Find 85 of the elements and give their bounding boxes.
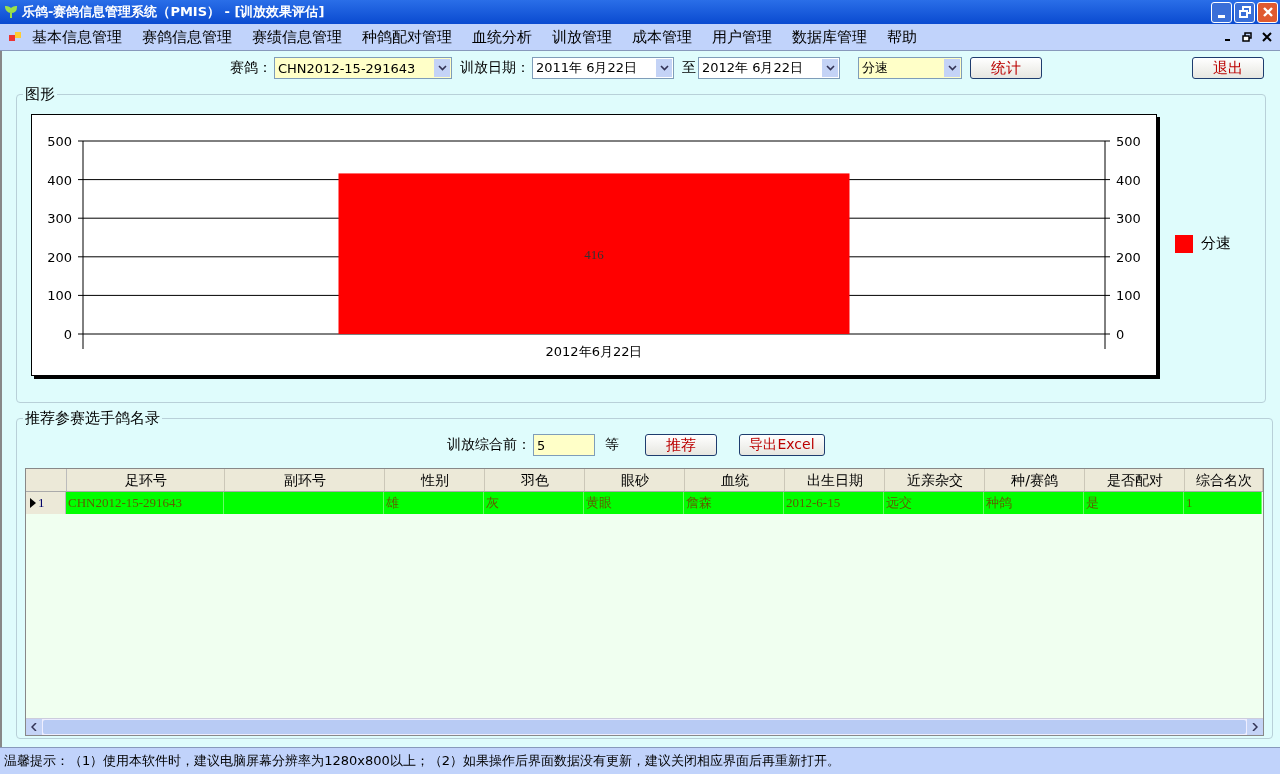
- restore-button[interactable]: [1240, 30, 1254, 44]
- exit-button[interactable]: 退出: [1192, 57, 1264, 79]
- column-header[interactable]: 出生日期: [785, 469, 885, 491]
- menu-item[interactable]: 帮助: [887, 27, 917, 47]
- scroll-left-button[interactable]: [26, 719, 42, 735]
- menu-item[interactable]: 血统分析: [472, 27, 532, 47]
- table-cell: 远交: [884, 492, 984, 514]
- column-header[interactable]: 种/赛鸽: [985, 469, 1085, 491]
- top-input-field[interactable]: 5: [533, 434, 595, 456]
- column-header[interactable]: 近亲杂交: [885, 469, 985, 491]
- axis-tick-label: 200: [1116, 249, 1141, 265]
- axis-tick-label: 400: [1116, 172, 1141, 188]
- sprout-icon: [4, 5, 18, 19]
- table-cell: 雄: [384, 492, 484, 514]
- row-number: 1: [38, 495, 45, 511]
- grade-label: 等: [605, 436, 619, 454]
- table-cell: 是: [1084, 492, 1184, 514]
- close-icon: [1262, 32, 1272, 42]
- minimize-icon: [1218, 14, 1225, 18]
- window-title: 乐鸽-赛鸽信息管理系统（PMIS） - [训放效果评估]: [22, 3, 325, 21]
- menu-item[interactable]: 成本管理: [632, 27, 692, 47]
- caret-icon: [825, 65, 835, 71]
- window-icon: [8, 30, 22, 44]
- axis-tick-label: 500: [47, 134, 72, 149]
- pigeon-dropdown[interactable]: CHN2012-15-291643: [274, 57, 452, 79]
- axis-tick-label: 200: [47, 249, 72, 265]
- current-row-icon: [30, 498, 36, 508]
- stat-button[interactable]: 统计: [970, 57, 1042, 79]
- axis-tick-label: 0: [63, 327, 72, 342]
- axis-tick-label: 500: [1116, 134, 1141, 149]
- column-header[interactable]: 足环号: [67, 469, 225, 491]
- table-cell: 2012-6-15: [784, 492, 884, 514]
- menu-item[interactable]: 用户管理: [712, 27, 772, 47]
- date-label: 训放日期：: [460, 59, 530, 77]
- menu-item[interactable]: 赛绩信息管理: [252, 27, 342, 47]
- row-header[interactable]: 1: [26, 492, 66, 514]
- menu-item[interactable]: 基本信息管理: [32, 27, 122, 47]
- minimize-icon: [1224, 39, 1230, 41]
- group-title: 图形: [24, 85, 56, 104]
- restore-icon: [1242, 32, 1252, 42]
- scroll-right-button[interactable]: [1247, 719, 1263, 735]
- table-cell: 灰: [484, 492, 584, 514]
- caret-icon: [437, 65, 447, 71]
- group-title: 推荐参赛选手鸽名录: [24, 409, 161, 428]
- horizontal-scrollbar[interactable]: [26, 718, 1263, 735]
- export-button[interactable]: 导出Excel: [739, 434, 825, 456]
- column-header[interactable]: 眼砂: [585, 469, 685, 491]
- scroll-thumb[interactable]: [43, 720, 1246, 734]
- restore-icon: [1238, 6, 1251, 18]
- menu-item[interactable]: 训放管理: [552, 27, 612, 47]
- caret-icon: [947, 65, 957, 71]
- data-label: 416: [584, 246, 604, 262]
- caret-icon: [659, 65, 669, 71]
- close-icon: [1261, 6, 1274, 18]
- axis-tick-label: 300: [1116, 211, 1141, 227]
- pigeon-label: 赛鸽：: [230, 59, 272, 77]
- axis-tick-label: 100: [1116, 288, 1141, 304]
- table-cell: 黄眼: [584, 492, 684, 514]
- table-cell: 种鸽: [984, 492, 1084, 514]
- close-button[interactable]: [1260, 30, 1274, 44]
- column-header[interactable]: 综合名次: [1185, 469, 1263, 491]
- table-cell: 詹森: [684, 492, 784, 514]
- table-cell: 1: [1184, 492, 1262, 514]
- menu-item[interactable]: 数据库管理: [792, 27, 867, 47]
- column-header[interactable]: 羽色: [485, 469, 585, 491]
- axis-tick-label: 100: [47, 288, 72, 304]
- top-label: 训放综合前：: [447, 436, 531, 454]
- column-header[interactable]: 副环号: [225, 469, 385, 491]
- column-header[interactable]: 血统: [685, 469, 785, 491]
- axis-tick-label: 0: [1116, 327, 1125, 342]
- legend-label: 分速: [1201, 234, 1231, 253]
- metric-dropdown[interactable]: 分速: [858, 57, 962, 79]
- axis-tick-label: 300: [47, 211, 72, 227]
- to-label: 至: [682, 59, 696, 77]
- status-text: 温馨提示：（1）使用本软件时，建议电脑屏幕分辨率为1280x800以上；（2）如果操作后界面数据没有更新，建议关闭相应界面后再重新打开。: [4, 752, 841, 770]
- column-header[interactable]: 是否配对: [1085, 469, 1185, 491]
- date-from-picker[interactable]: 2011年 6月22日: [532, 57, 674, 79]
- menu-item[interactable]: 种鸽配对管理: [362, 27, 452, 47]
- menu-item[interactable]: 赛鸽信息管理: [142, 27, 232, 47]
- recommend-button[interactable]: 推荐: [645, 434, 717, 456]
- axis-tick-label: 400: [47, 172, 72, 188]
- category-label: 2012年6月22日: [545, 344, 643, 359]
- table-cell: CHN2012-15-291643: [66, 492, 224, 514]
- column-header[interactable]: 性别: [385, 469, 485, 491]
- date-to-picker[interactable]: 2012年 6月22日: [698, 57, 840, 79]
